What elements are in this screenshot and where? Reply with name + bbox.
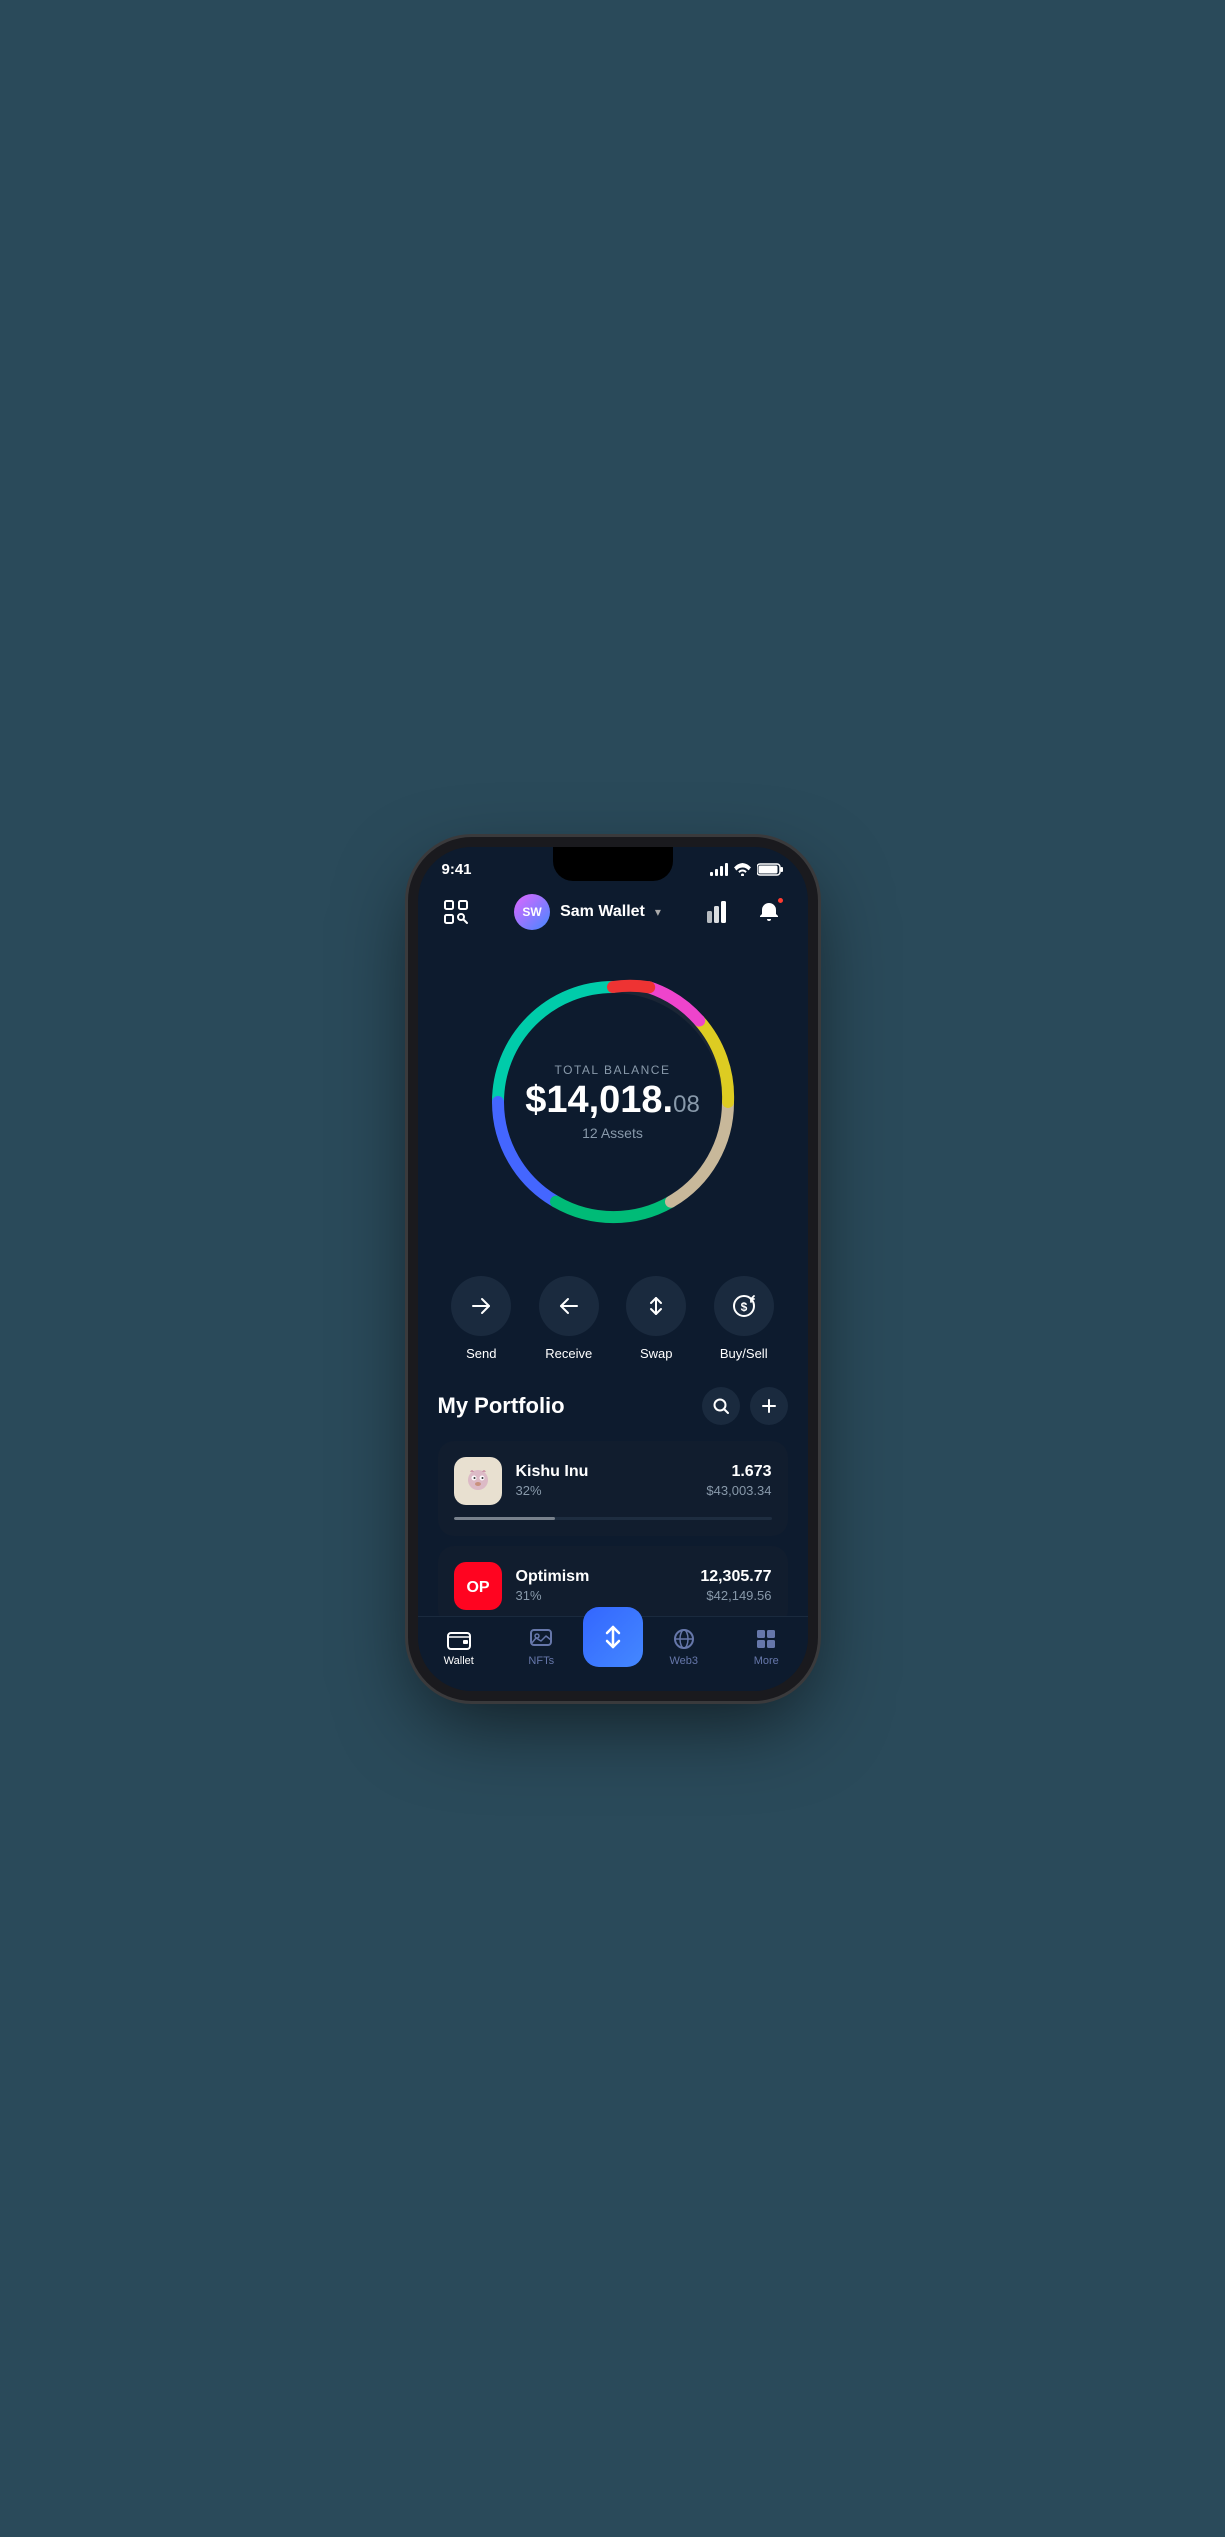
- wifi-icon: [734, 863, 751, 876]
- notification-badge: [776, 896, 785, 905]
- swap-icon: [626, 1276, 686, 1336]
- header: SW Sam Wallet ▾: [418, 886, 808, 942]
- asset-row-kishu: Kishu Inu 32% 1.673 $43,003.34: [454, 1457, 772, 1505]
- optimism-name: Optimism: [516, 1568, 687, 1586]
- web3-nav-icon: [672, 1627, 696, 1651]
- wallet-selector[interactable]: SW Sam Wallet ▾: [514, 894, 661, 930]
- kishu-pct: 32%: [516, 1483, 693, 1498]
- receive-icon: [539, 1276, 599, 1336]
- send-button[interactable]: Send: [451, 1276, 511, 1361]
- kishu-values: 1.673 $43,003.34: [706, 1463, 771, 1498]
- buysell-label: Buy/Sell: [720, 1346, 768, 1361]
- kishu-progress-bar: [454, 1517, 556, 1520]
- status-icons: [710, 863, 784, 876]
- notification-button[interactable]: [751, 894, 787, 930]
- nav-nfts[interactable]: NFTs: [500, 1627, 583, 1667]
- nav-swap-center[interactable]: [583, 1607, 643, 1667]
- optimism-values: 12,305.77 $42,149.56: [700, 1568, 771, 1603]
- optimism-amount: 12,305.77: [700, 1568, 771, 1586]
- asset-count: 12 Assets: [525, 1125, 700, 1141]
- nfts-nav-icon: [529, 1627, 553, 1651]
- chart-icon[interactable]: [701, 894, 737, 930]
- chevron-down-icon: ▾: [655, 905, 661, 919]
- optimism-usd: $42,149.56: [700, 1588, 771, 1603]
- header-left: [438, 894, 474, 930]
- portfolio-title: My Portfolio: [438, 1393, 565, 1419]
- send-icon: [451, 1276, 511, 1336]
- search-button[interactable]: [702, 1387, 740, 1425]
- balance-chart: TOTAL BALANCE $14,018.08 12 Assets: [418, 942, 808, 1252]
- kishu-usd: $43,003.34: [706, 1483, 771, 1498]
- add-asset-button[interactable]: [750, 1387, 788, 1425]
- optimism-pct: 31%: [516, 1588, 687, 1603]
- kishu-icon: [454, 1457, 502, 1505]
- nav-web3[interactable]: Web3: [643, 1627, 726, 1667]
- header-right: [701, 894, 787, 930]
- wallet-nav-label: Wallet: [444, 1655, 474, 1667]
- nfts-nav-label: NFTs: [528, 1655, 554, 1667]
- avatar: SW: [514, 894, 550, 930]
- send-label: Send: [466, 1346, 496, 1361]
- swap-label: Swap: [640, 1346, 673, 1361]
- receive-button[interactable]: Receive: [539, 1276, 599, 1361]
- nav-more[interactable]: More: [725, 1627, 808, 1667]
- swap-button[interactable]: Swap: [626, 1276, 686, 1361]
- more-nav-icon: [754, 1627, 778, 1651]
- balance-label: TOTAL BALANCE: [525, 1063, 700, 1077]
- action-buttons: Send Receive: [418, 1252, 808, 1377]
- portfolio-header: My Portfolio: [438, 1387, 788, 1425]
- asset-card-kishu[interactable]: Kishu Inu 32% 1.673 $43,003.34: [438, 1441, 788, 1536]
- optimism-info: Optimism 31%: [516, 1568, 687, 1603]
- balance-center: TOTAL BALANCE $14,018.08 12 Assets: [525, 1063, 700, 1141]
- balance-amount: $14,018.08: [525, 1081, 700, 1119]
- status-time: 9:41: [442, 861, 472, 878]
- wallet-name: Sam Wallet: [560, 903, 645, 921]
- wallet-nav-icon: [447, 1627, 471, 1651]
- notch: [553, 847, 673, 881]
- kishu-name: Kishu Inu: [516, 1463, 693, 1481]
- scan-icon[interactable]: [438, 894, 474, 930]
- kishu-amount: 1.673: [706, 1463, 771, 1481]
- bottom-nav: Wallet NFTs: [418, 1616, 808, 1691]
- optimism-icon: OP: [454, 1562, 502, 1610]
- web3-nav-label: Web3: [669, 1655, 698, 1667]
- portfolio-section: My Portfolio: [418, 1377, 808, 1626]
- screen: 9:41: [418, 847, 808, 1691]
- kishu-progress-bar-container: [454, 1517, 772, 1520]
- buysell-button[interactable]: $ Buy/Sell: [714, 1276, 774, 1361]
- kishu-info: Kishu Inu 32%: [516, 1463, 693, 1498]
- asset-row-optimism: OP Optimism 31% 12,305.77 $42,149.56: [454, 1562, 772, 1610]
- portfolio-actions: [702, 1387, 788, 1425]
- more-nav-label: More: [754, 1655, 779, 1667]
- svg-text:$: $: [740, 1300, 747, 1314]
- svg-text:OP: OP: [466, 1579, 489, 1596]
- battery-icon: [757, 863, 784, 876]
- phone-shell: 9:41: [418, 847, 808, 1691]
- nav-wallet[interactable]: Wallet: [418, 1627, 501, 1667]
- buysell-icon: $: [714, 1276, 774, 1336]
- receive-label: Receive: [545, 1346, 592, 1361]
- signal-icon: [710, 863, 728, 876]
